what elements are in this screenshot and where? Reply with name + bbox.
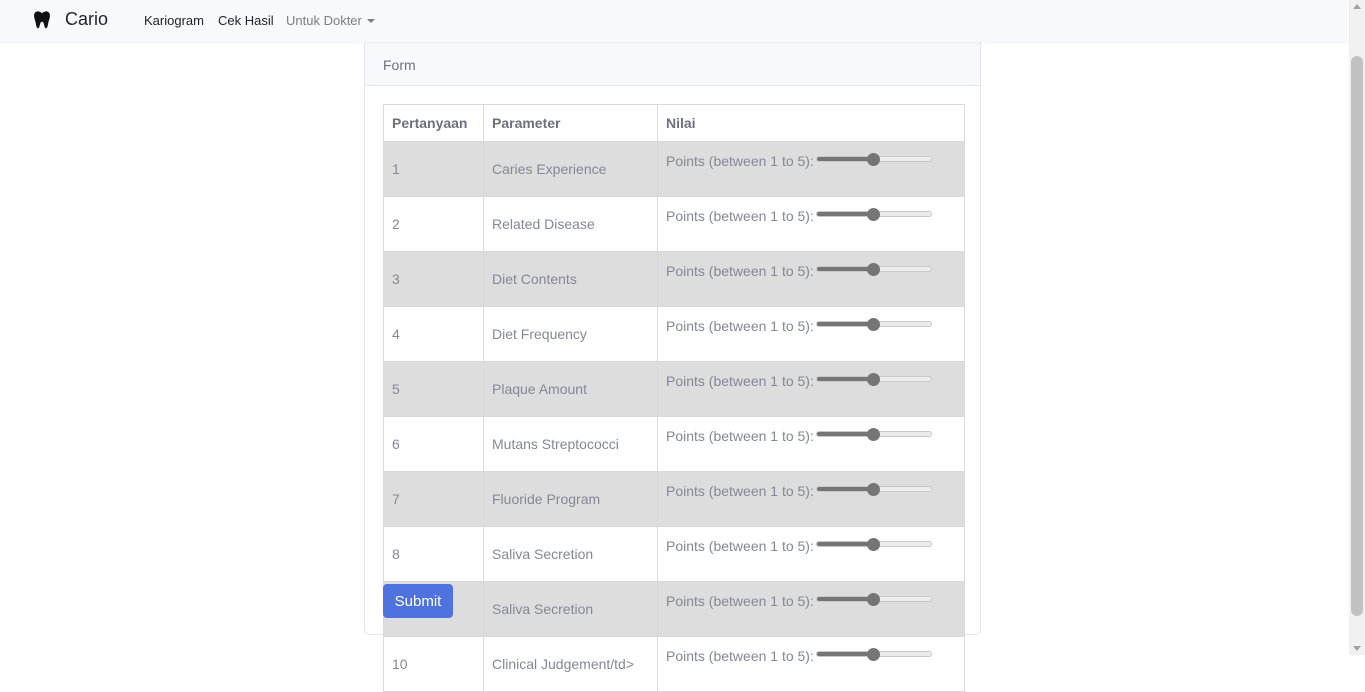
nilai-cell: Points (between 1 to 5): bbox=[657, 196, 965, 252]
nilai-cell: Points (between 1 to 5): bbox=[657, 251, 965, 307]
nilai-cell: Points (between 1 to 5): bbox=[657, 361, 965, 417]
table-row: 4 Diet Frequency Points (between 1 to 5): bbox=[383, 306, 965, 362]
parameter-name: Clinical Judgement/td> bbox=[483, 636, 658, 692]
question-number: 3 bbox=[383, 251, 484, 307]
parameter-name: Diet Frequency bbox=[483, 306, 658, 362]
table-row: 5 Plaque Amount Points (between 1 to 5): bbox=[383, 361, 965, 417]
table-row: 8 Saliva Secretion Points (between 1 to 5)… bbox=[383, 526, 965, 582]
parameter-name: Related Disease bbox=[483, 196, 658, 252]
top-navbar: Cario Kariogram Cek Hasil Untuk Dokter bbox=[0, 0, 1349, 42]
points-slider[interactable] bbox=[815, 211, 932, 217]
points-label: Points (between 1 to 5): bbox=[666, 318, 814, 334]
table-row: 3 Diet Contents Points (between 1 to 5): bbox=[383, 251, 965, 307]
table-body: 1 Caries Experience Points (between 1 to 5… bbox=[383, 141, 965, 692]
table-row: 1 Caries Experience Points (between 1 to 5… bbox=[383, 141, 965, 197]
tooth-icon[interactable] bbox=[33, 10, 51, 30]
points-slider[interactable] bbox=[815, 376, 932, 382]
parameter-name: Diet Contents bbox=[483, 251, 658, 307]
nav-link-kariogram[interactable]: Kariogram bbox=[144, 13, 204, 28]
points-slider[interactable] bbox=[815, 156, 932, 162]
points-slider[interactable] bbox=[815, 541, 932, 547]
nav-dropdown-untuk-dokter[interactable]: Untuk Dokter bbox=[286, 13, 375, 28]
caret-down-icon bbox=[366, 19, 375, 23]
points-label: Points (between 1 to 5): bbox=[666, 538, 814, 554]
nilai-cell: Points (between 1 to 5): bbox=[657, 581, 965, 637]
points-label: Points (between 1 to 5): bbox=[666, 208, 814, 224]
scroll-up-arrow-icon[interactable] bbox=[1353, 4, 1361, 9]
parameter-name: Saliva Secretion bbox=[483, 581, 658, 637]
points-label: Points (between 1 to 5): bbox=[666, 373, 814, 389]
nav-link-cek-hasil[interactable]: Cek Hasil bbox=[218, 13, 274, 28]
parameter-table: Pertanyaan Parameter Nilai 1 Caries Exper… bbox=[383, 104, 965, 692]
points-slider[interactable] bbox=[815, 266, 932, 272]
nilai-cell: Points (between 1 to 5): bbox=[657, 636, 965, 692]
points-label: Points (between 1 to 5): bbox=[666, 428, 814, 444]
points-slider[interactable] bbox=[815, 596, 932, 602]
question-number: 10 bbox=[383, 636, 484, 692]
points-slider[interactable] bbox=[815, 321, 932, 327]
question-number: 6 bbox=[383, 416, 484, 472]
card-title: Form bbox=[383, 57, 416, 73]
parameter-name: Caries Experience bbox=[483, 141, 658, 197]
question-number: 8 bbox=[383, 526, 484, 582]
nilai-cell: Points (between 1 to 5): bbox=[657, 306, 965, 362]
parameter-name: Fluoride Program bbox=[483, 471, 658, 527]
points-label: Points (between 1 to 5): bbox=[666, 593, 814, 609]
parameter-name: Mutans Streptococci bbox=[483, 416, 658, 472]
points-label: Points (between 1 to 5): bbox=[666, 153, 814, 169]
question-number: 2 bbox=[383, 196, 484, 252]
table-row: 2 Related Disease Points (between 1 to 5): bbox=[383, 196, 965, 252]
question-number: 5 bbox=[383, 361, 484, 417]
submit-button[interactable]: Submit bbox=[383, 584, 453, 618]
table-row: 9Saliva SecretionPoints (between 1 to 5)… bbox=[383, 581, 965, 637]
vertical-scrollbar[interactable] bbox=[1349, 0, 1365, 655]
question-number: 4 bbox=[383, 306, 484, 362]
nilai-cell: Points (between 1 to 5): bbox=[657, 141, 965, 197]
question-number: 1 bbox=[383, 141, 484, 197]
table-row: 7 Fluoride Program Points (between 1 to 5)… bbox=[383, 471, 965, 527]
header-parameter: Parameter bbox=[483, 104, 658, 142]
scrollbar-thumb[interactable] bbox=[1351, 56, 1363, 616]
nav-dropdown-label: Untuk Dokter bbox=[286, 13, 362, 28]
points-label: Points (between 1 to 5): bbox=[666, 263, 814, 279]
brand-name[interactable]: Cario bbox=[65, 9, 108, 30]
parameter-name: Saliva Secretion bbox=[483, 526, 658, 582]
scroll-down-arrow-icon[interactable] bbox=[1353, 646, 1361, 651]
points-slider[interactable] bbox=[815, 651, 932, 657]
header-pertanyaan: Pertanyaan bbox=[383, 104, 484, 142]
points-label: Points (between 1 to 5): bbox=[666, 648, 814, 664]
nilai-cell: Points (between 1 to 5): bbox=[657, 416, 965, 472]
points-label: Points (between 1 to 5): bbox=[666, 483, 814, 499]
table-row: 10 Clinical Judgement/td> Points (between … bbox=[383, 636, 965, 692]
parameter-name: Plaque Amount bbox=[483, 361, 658, 417]
header-nilai: Nilai bbox=[657, 104, 965, 142]
nilai-cell: Points (between 1 to 5): bbox=[657, 526, 965, 582]
nilai-cell: Points (between 1 to 5): bbox=[657, 471, 965, 527]
question-number: 7 bbox=[383, 471, 484, 527]
table-row: 6 Mutans Streptococci Points (between 1 to… bbox=[383, 416, 965, 472]
points-slider[interactable] bbox=[815, 486, 932, 492]
points-slider[interactable] bbox=[815, 431, 932, 437]
table-header-row: Pertanyaan Parameter Nilai bbox=[383, 104, 965, 142]
